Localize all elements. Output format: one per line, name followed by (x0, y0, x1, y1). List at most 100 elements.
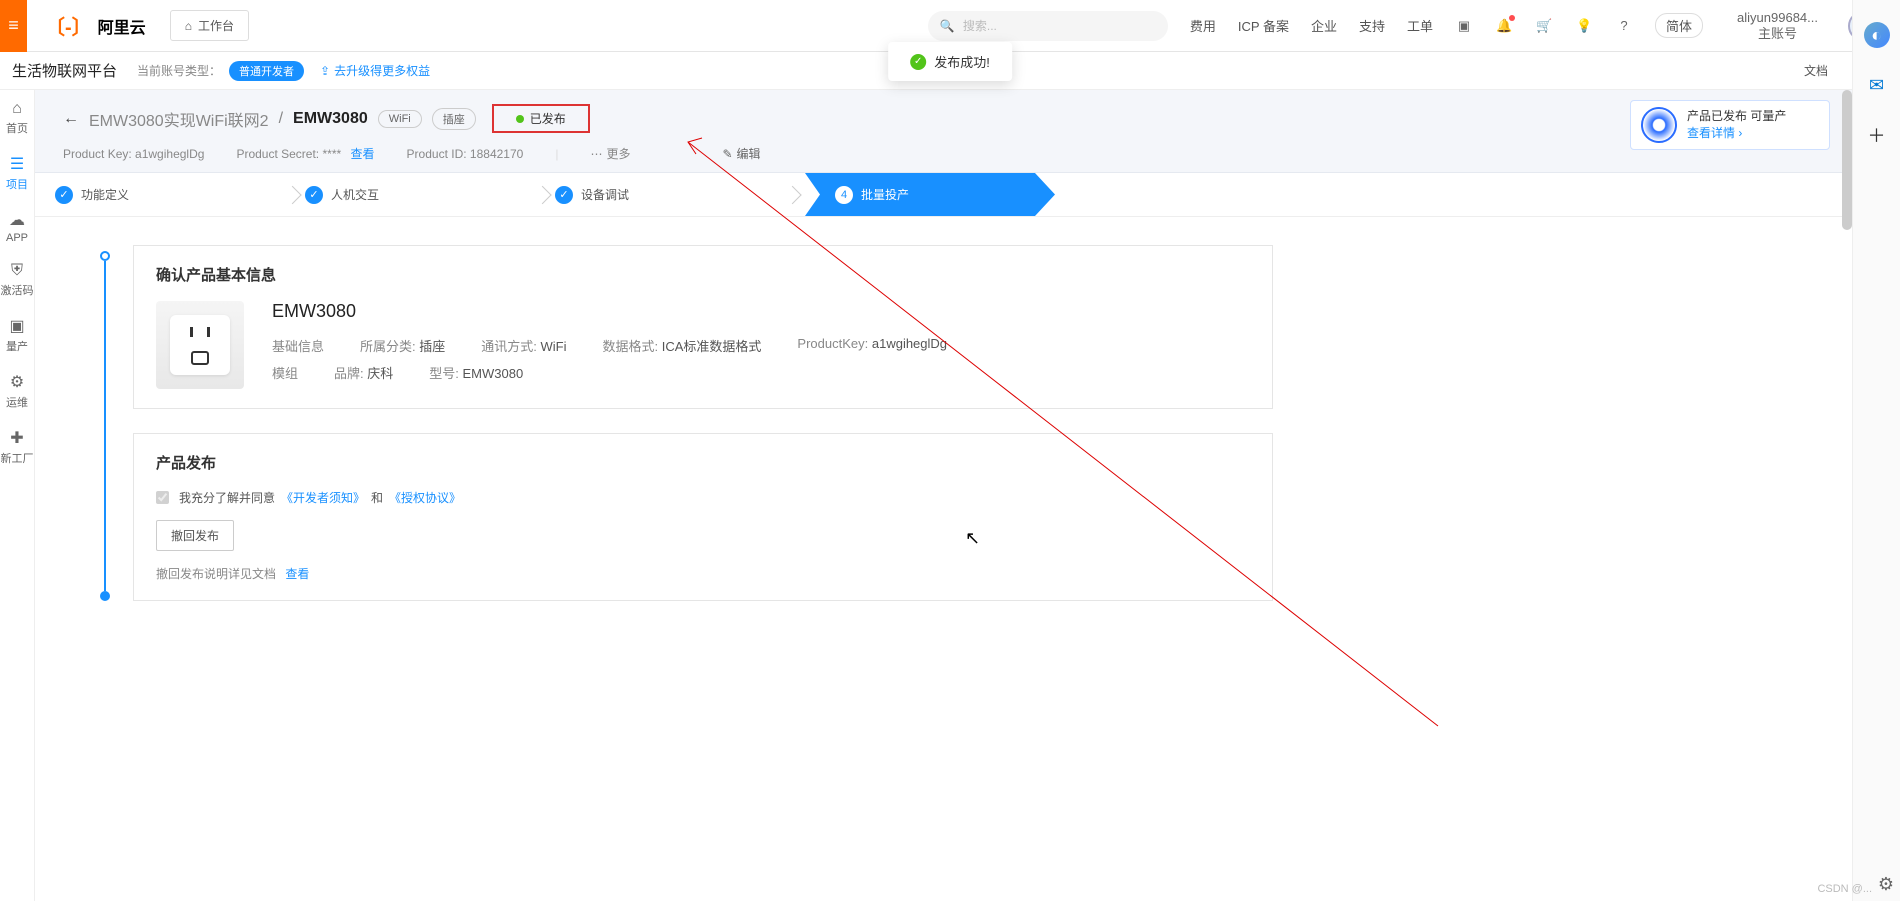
view-secret-link[interactable]: 查看 (351, 147, 375, 161)
bell-icon[interactable]: 🔔 (1495, 17, 1513, 35)
pencil-icon: ✎ (722, 147, 732, 161)
step-3[interactable]: ✓设备调试 (555, 173, 805, 216)
upgrade-link[interactable]: ⇪ 去升级得更多权益 (320, 62, 430, 79)
upload-icon: ⇪ (320, 64, 330, 78)
card-publish: 产品发布 我充分了解并同意 《开发者须知》 和 《授权协议》 撤回发布 撤回发布… (133, 433, 1273, 601)
nf-icon: ✚ (10, 428, 23, 448)
mass-card-line1: 产品已发布 可量产 (1687, 108, 1786, 125)
info-name: EMW3080 (272, 301, 1250, 322)
more-dropdown[interactable]: ⋯ 更多 (590, 145, 630, 162)
timeline-dot (100, 251, 110, 261)
toast-text: 发布成功! (934, 52, 990, 71)
status-published-box: 已发布 (492, 104, 590, 133)
step-4[interactable]: 4批量投产 (805, 173, 1055, 216)
nav-app[interactable]: ☁APP (6, 210, 28, 244)
chevron-right-icon: › (1738, 126, 1742, 140)
code-icon: ⛨ (11, 262, 23, 280)
search-placeholder: 搜索... (963, 17, 997, 34)
acct-type-badge: 普通开发者 (229, 61, 304, 81)
breadcrumb-current: EMW3080 (293, 110, 368, 128)
card1-title: 确认产品基本信息 (156, 264, 1250, 285)
lang-switch[interactable]: 简体 (1655, 13, 1703, 38)
product-header: ← EMW3080实现WiFi联网2 / EMW3080 WiFi 插座 已发布… (35, 90, 1852, 173)
back-arrow[interactable]: ← (63, 110, 79, 128)
add-tool-icon[interactable]: ＋ (1864, 122, 1890, 148)
product-id: Product ID: 18842170 (407, 147, 524, 161)
menu-toggle[interactable]: ≡ (0, 0, 27, 52)
bulb-icon[interactable]: 💡 (1575, 17, 1593, 35)
product-secret: Product Secret: **** 查看 (236, 145, 374, 162)
workspace-button[interactable]: ⌂ 工作台 (170, 10, 249, 41)
outlook-icon[interactable]: ✉ (1864, 72, 1890, 98)
card2-title: 产品发布 (156, 452, 1250, 473)
check-icon: ✓ (305, 186, 323, 204)
check-icon: ✓ (555, 186, 573, 204)
ops-icon: ⚙ (10, 372, 24, 392)
link-ticket[interactable]: 工单 (1407, 16, 1433, 35)
cloud-shell-icon[interactable]: ▣ (1455, 17, 1473, 35)
agree-row: 我充分了解并同意 《开发者须知》 和 《授权协议》 (156, 489, 1250, 506)
copilot-icon[interactable]: ◐ (1864, 22, 1890, 48)
mass-production-card[interactable]: 产品已发布 可量产 查看详情 › (1630, 100, 1830, 150)
step-2[interactable]: ✓人机交互 (305, 173, 555, 216)
nav-code[interactable]: ⛨激活码 (1, 262, 34, 298)
logo[interactable]: 〔-〕 阿里云 (27, 11, 164, 40)
card-confirm-info: 确认产品基本信息 EMW3080 基础信息 所属分类: 插座通讯方式: WiFi… (133, 245, 1273, 409)
agree-checkbox[interactable] (156, 491, 169, 504)
revoke-doc-note: 撤回发布说明详见文档 查看 (156, 565, 1250, 582)
status-text: 已发布 (530, 110, 566, 127)
revoke-doc-link[interactable]: 查看 (285, 567, 309, 581)
mass-card-detail-link[interactable]: 查看详情 › (1687, 125, 1786, 142)
nav-mass[interactable]: ▣量产 (6, 316, 28, 354)
platform-title: 生活物联网平台 (12, 60, 117, 81)
home-icon: ⌂ (185, 19, 192, 33)
link-support[interactable]: 支持 (1359, 16, 1385, 35)
account-block[interactable]: aliyun99684... 主账号 (1737, 10, 1818, 41)
revoke-publish-button[interactable]: 撤回发布 (156, 520, 234, 551)
watermark: CSDN @... (1817, 883, 1872, 895)
mass-icon: ▣ (9, 316, 24, 336)
edit-link[interactable]: ✎ 编辑 (722, 145, 760, 162)
link-cost[interactable]: 费用 (1190, 16, 1216, 35)
nav-nf[interactable]: ✚新工厂 (1, 428, 34, 466)
product-key: Product Key: a1wgiheglDg (63, 147, 204, 161)
check-icon: ✓ (910, 54, 926, 70)
nav-ops[interactable]: ⚙运维 (6, 372, 28, 410)
settings-gear-icon[interactable]: ⚙ (1878, 874, 1894, 895)
project-icon: ☰ (10, 154, 24, 174)
check-icon: ✓ (55, 186, 73, 204)
breadcrumb-parent[interactable]: EMW3080实现WiFi联网2 (89, 107, 269, 131)
breadcrumb-sep: / (279, 110, 283, 128)
account-name: aliyun99684... (1737, 10, 1818, 26)
workspace-label: 工作台 (198, 17, 234, 34)
upgrade-text: 去升级得更多权益 (334, 62, 430, 79)
left-nav: ⌂首页 ☰项目 ☁APP ⛨激活码 ▣量产 ⚙运维 ✚新工厂 (0, 90, 35, 901)
robot-icon (1641, 107, 1677, 143)
logo-text: 阿里云 (98, 14, 146, 38)
dev-notice-link[interactable]: 《开发者须知》 (281, 489, 365, 506)
nav-home[interactable]: ⌂首页 (6, 100, 28, 136)
agree-mid: 和 (371, 489, 383, 506)
success-toast: ✓ 发布成功! (888, 42, 1012, 81)
aliyun-logo-icon: 〔-〕 (45, 11, 92, 40)
agree-prefix: 我充分了解并同意 (179, 489, 275, 506)
link-enterprise[interactable]: 企业 (1311, 16, 1337, 35)
acct-type-label: 当前账号类型： (137, 62, 221, 79)
help-icon[interactable]: ? (1615, 17, 1633, 35)
app-icon: ☁ (9, 210, 25, 230)
product-image (156, 301, 244, 389)
doc-link[interactable]: 文档 (1804, 62, 1828, 79)
search-box[interactable]: 🔍 搜索... (928, 11, 1168, 41)
step-1[interactable]: ✓功能定义 (55, 173, 305, 216)
status-dot-icon (516, 115, 524, 123)
auth-agreement-link[interactable]: 《授权协议》 (389, 489, 461, 506)
cart-icon[interactable]: 🛒 (1535, 17, 1553, 35)
nav-project[interactable]: ☰项目 (6, 154, 28, 192)
tag-wifi: WiFi (378, 110, 422, 128)
search-icon: 🔍 (940, 19, 955, 33)
timeline-line (104, 261, 106, 591)
home-icon: ⌂ (12, 100, 22, 118)
link-icp[interactable]: ICP 备案 (1238, 16, 1289, 35)
scrollbar[interactable] (1842, 90, 1852, 230)
timeline (95, 245, 115, 601)
